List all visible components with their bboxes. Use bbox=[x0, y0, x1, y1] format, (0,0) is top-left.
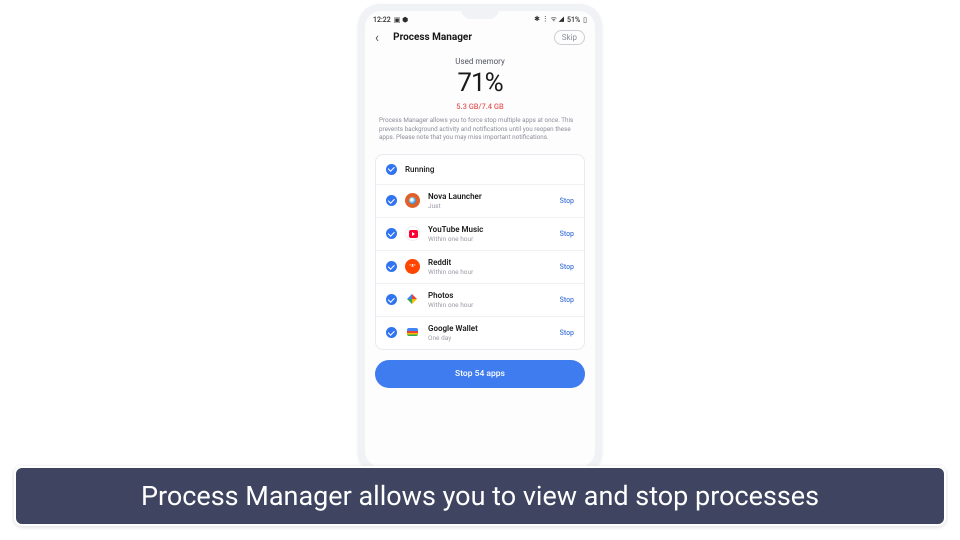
app-icon-reddit bbox=[405, 259, 420, 274]
list-item: Reddit Within one hour Stop bbox=[376, 251, 584, 284]
stop-link[interactable]: Stop bbox=[560, 296, 574, 304]
page-title: Process Manager bbox=[379, 32, 554, 43]
check-icon[interactable] bbox=[386, 294, 397, 305]
app-header: ‹ Process Manager Skip bbox=[365, 26, 595, 51]
check-icon[interactable] bbox=[386, 327, 397, 338]
stop-link[interactable]: Stop bbox=[560, 329, 574, 337]
app-time: One day bbox=[428, 334, 552, 342]
caption-banner: Process Manager allows you to view and s… bbox=[14, 466, 946, 526]
app-name: Reddit bbox=[428, 258, 552, 267]
list-item: Nova Launcher Just Stop bbox=[376, 185, 584, 218]
running-label: Running bbox=[405, 165, 434, 174]
app-icon-google-wallet bbox=[405, 325, 420, 340]
process-list-card: Running Nova Launcher Just Stop YouTube … bbox=[375, 154, 585, 350]
app-time: Just bbox=[428, 202, 552, 210]
phone-frame: 12:22 ▣ ⬢ ✱ ⋮ ᯤ ◢ 51% ▯ ‹ Process Manage… bbox=[358, 4, 602, 474]
battery-text: 51% bbox=[567, 16, 580, 24]
phone-screen: 12:22 ▣ ⬢ ✱ ⋮ ᯤ ◢ 51% ▯ ‹ Process Manage… bbox=[365, 11, 595, 467]
status-left-icons: ▣ ⬢ bbox=[394, 16, 408, 24]
list-item: Google Wallet One day Stop bbox=[376, 317, 584, 349]
stop-link[interactable]: Stop bbox=[560, 263, 574, 271]
app-icon-photos bbox=[405, 292, 420, 307]
check-icon[interactable] bbox=[386, 195, 397, 206]
display-notch bbox=[461, 11, 499, 19]
list-item: Photos Within one hour Stop bbox=[376, 284, 584, 317]
app-time: Within one hour bbox=[428, 268, 552, 276]
stop-link[interactable]: Stop bbox=[560, 230, 574, 238]
summary-memory: 5.3 GB/7.4 GB bbox=[377, 102, 583, 111]
app-name: Photos bbox=[428, 291, 552, 300]
check-icon[interactable] bbox=[386, 228, 397, 239]
app-time: Within one hour bbox=[428, 235, 552, 243]
app-time: Within one hour bbox=[428, 301, 552, 309]
skip-button[interactable]: Skip bbox=[554, 30, 585, 45]
status-time: 12:22 bbox=[373, 16, 391, 24]
memory-summary: Used memory 71% 5.3 GB/7.4 GB Process Ma… bbox=[365, 51, 595, 146]
summary-description: Process Manager allows you to force stop… bbox=[377, 116, 583, 142]
list-item: YouTube Music Within one hour Stop bbox=[376, 218, 584, 251]
app-icon-youtube-music bbox=[405, 226, 420, 241]
stop-all-button[interactable]: Stop 54 apps bbox=[375, 360, 585, 388]
check-all-icon[interactable] bbox=[386, 164, 397, 175]
stop-link[interactable]: Stop bbox=[560, 197, 574, 205]
app-name: Nova Launcher bbox=[428, 192, 552, 201]
check-icon[interactable] bbox=[386, 261, 397, 272]
app-name: YouTube Music bbox=[428, 225, 552, 234]
battery-icon: ▯ bbox=[583, 16, 587, 24]
app-name: Google Wallet bbox=[428, 324, 552, 333]
status-right-icons: ✱ ⋮ ᯤ ◢ bbox=[534, 15, 564, 24]
summary-percent: 71% bbox=[377, 68, 583, 98]
summary-label: Used memory bbox=[377, 57, 583, 66]
app-icon-nova bbox=[405, 193, 420, 208]
list-header-row[interactable]: Running bbox=[376, 155, 584, 185]
